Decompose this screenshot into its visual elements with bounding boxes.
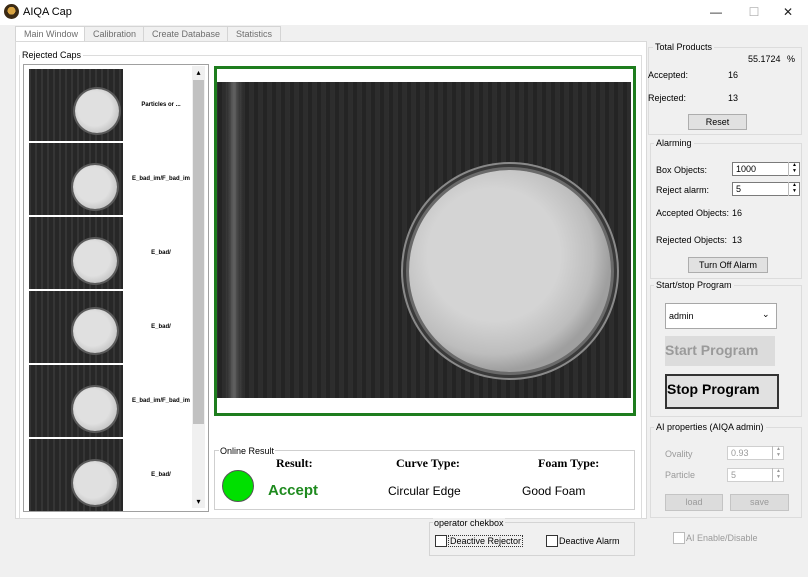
- cap-thumbnail: [29, 439, 123, 511]
- deactive-rejector-checkbox[interactable]: [435, 535, 447, 547]
- tab-calibration[interactable]: Calibration: [84, 26, 146, 42]
- start-stop-label: Start/stop Program: [654, 280, 734, 290]
- reject-reason: E_bad_im/F_bad_im: [131, 176, 191, 182]
- save-button[interactable]: save: [730, 494, 789, 511]
- camera-image: [217, 82, 631, 398]
- foam-type-heading: Foam Type:: [538, 456, 600, 470]
- reject-reason: E_bad/: [151, 324, 171, 330]
- reject-alarm-spinner[interactable]: ▲ ▼: [788, 182, 800, 196]
- cap-thumbnail: [29, 69, 123, 141]
- rejected-label: Rejected:: [648, 93, 687, 103]
- reject-alarm-label: Reject alarm:: [656, 185, 710, 195]
- ai-enable-label[interactable]: AI Enable/Disable: [686, 533, 758, 543]
- operator-checkbox-label: operator chekbox: [433, 518, 505, 528]
- list-item[interactable]: E_bad/: [27, 291, 195, 363]
- tab-create-database[interactable]: Create Database: [143, 26, 230, 42]
- list-item[interactable]: E_bad/: [27, 217, 195, 289]
- user-select[interactable]: admin ⌄: [665, 303, 777, 329]
- chevron-down-icon: ⌄: [762, 309, 770, 319]
- accepted-objects-label: Accepted Objects:: [656, 208, 730, 218]
- alarming-label: Alarming: [654, 138, 694, 148]
- online-result-label: Online Result: [219, 446, 276, 456]
- ovality-label: Ovality: [665, 449, 693, 459]
- camera-light-streak: [225, 82, 243, 398]
- reject-reason: E_bad_im/F_bad_im: [131, 398, 191, 404]
- rejected-caps-list[interactable]: Particles or ... E_bad_im/F_bad_im E_bad…: [23, 64, 209, 512]
- list-item[interactable]: E_bad_im/F_bad_im: [27, 143, 195, 215]
- result-heading: Result:: [276, 456, 313, 470]
- curve-type-value: Circular Edge: [388, 484, 461, 498]
- turn-off-alarm-button[interactable]: Turn Off Alarm: [688, 257, 768, 273]
- cap-image: [409, 170, 611, 372]
- ovality-spinner[interactable]: ▲ ▼: [772, 446, 784, 460]
- list-item[interactable]: E_bad/: [27, 439, 195, 511]
- result-value: Accept: [268, 482, 319, 499]
- total-products-label: Total Products: [653, 42, 715, 52]
- cap-thumbnail: [29, 291, 123, 363]
- reject-reason: E_bad/: [151, 472, 171, 478]
- rejected-caps-label: Rejected Caps: [20, 50, 84, 60]
- box-objects-label: Box Objects:: [656, 165, 708, 175]
- ai-properties-label: AI properties (AIQA admin): [654, 422, 766, 432]
- window-title: AIQA Cap: [23, 6, 72, 18]
- percent-unit: %: [787, 54, 796, 64]
- accepted-objects-count: 16: [732, 208, 743, 218]
- cap-thumbnail: [29, 217, 123, 289]
- list-scrollbar-thumb[interactable]: [193, 80, 204, 424]
- rejected-objects-label: Rejected Objects:: [656, 235, 728, 245]
- reject-reason: E_bad/: [151, 250, 171, 256]
- stop-program-button[interactable]: Stop Program: [665, 374, 779, 409]
- close-button[interactable]: ✕: [768, 0, 808, 25]
- cap-thumbnail: [29, 365, 123, 437]
- curve-type-heading: Curve Type:: [396, 456, 460, 470]
- cap-thumbnail: [29, 143, 123, 215]
- accept-percent: 55.1724: [748, 54, 781, 64]
- user-select-value: admin: [669, 311, 694, 321]
- reset-button[interactable]: Reset: [688, 114, 747, 130]
- scroll-down-icon[interactable]: ▾: [192, 495, 205, 508]
- list-item[interactable]: Particles or ...: [27, 69, 195, 141]
- rejected-count: 13: [728, 93, 739, 103]
- scroll-up-icon[interactable]: ▴: [192, 66, 205, 79]
- tab-statistics[interactable]: Statistics: [227, 26, 282, 42]
- particle-label: Particle: [665, 470, 696, 480]
- deactive-alarm-checkbox[interactable]: [546, 535, 558, 547]
- reject-reason: Particles or ...: [141, 102, 181, 108]
- minimize-button[interactable]: —: [696, 0, 736, 25]
- list-item[interactable]: E_bad_im/F_bad_im: [27, 365, 195, 437]
- accepted-count: 16: [728, 70, 739, 80]
- ai-enable-checkbox[interactable]: [673, 532, 685, 544]
- rejected-objects-count: 13: [732, 235, 743, 245]
- app-logo-icon: [4, 4, 19, 19]
- status-light-icon: [222, 470, 254, 502]
- particle-spinner[interactable]: ▲ ▼: [772, 468, 784, 482]
- accepted-label: Accepted:: [648, 70, 689, 80]
- title-bar: [0, 0, 808, 25]
- deactive-alarm-label[interactable]: Deactive Alarm: [559, 536, 620, 546]
- load-button[interactable]: load: [665, 494, 723, 511]
- foam-type-value: Good Foam: [522, 484, 586, 498]
- start-program-button[interactable]: Start Program: [665, 336, 775, 366]
- deactive-rejector-label[interactable]: Deactive Rejector: [448, 535, 524, 547]
- box-objects-spinner[interactable]: ▲ ▼: [788, 162, 800, 176]
